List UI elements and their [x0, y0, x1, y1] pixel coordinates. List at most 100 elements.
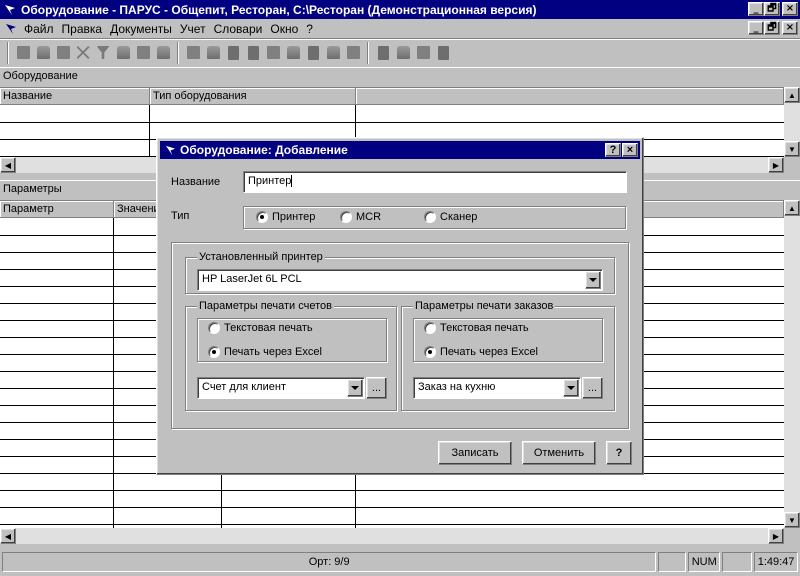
child-minimize-button[interactable]: _	[748, 21, 764, 35]
radio-button[interactable]	[208, 322, 220, 334]
new-record-icon[interactable]	[13, 43, 33, 63]
attach-icon[interactable]	[303, 43, 323, 63]
radio-button[interactable]	[340, 211, 352, 223]
status-num: NUM	[688, 552, 721, 572]
status-empty	[658, 552, 687, 572]
restore-button[interactable]: 🗗	[764, 2, 780, 16]
column-header-name[interactable]: Название	[0, 88, 150, 105]
app-icon[interactable]	[2, 2, 18, 18]
scroll-corner	[784, 157, 800, 173]
grid-row-line	[0, 524, 784, 525]
toolbar-separator	[367, 41, 369, 64]
orders-option-excel[interactable]: Печать через Excel	[424, 346, 538, 358]
column-header-type[interactable]: Тип оборудования	[150, 88, 356, 105]
params-vertical-scrollbar[interactable]: ▲ ▼	[784, 200, 800, 528]
toolbar-separator	[177, 41, 179, 64]
scroll-up-button[interactable]: ▲	[784, 200, 800, 216]
dialog-help-caption-button[interactable]: ?	[605, 143, 621, 157]
radio-button[interactable]	[208, 346, 220, 358]
equipment-panel-header: Оборудование	[0, 67, 800, 85]
dropdown-arrow-icon[interactable]	[563, 379, 579, 397]
copy-record-icon[interactable]	[33, 43, 53, 63]
radio-button[interactable]	[424, 211, 436, 223]
params-horizontal-scrollbar[interactable]: ◀ ▶	[0, 528, 784, 544]
radio-button[interactable]	[424, 322, 436, 334]
list-icon[interactable]	[223, 43, 243, 63]
type-label: Тип	[171, 210, 190, 222]
help-button[interactable]: ?	[606, 441, 632, 465]
orders-template-select[interactable]: Заказ на кухню	[413, 377, 581, 399]
status-sort: Орт: 9/9	[2, 552, 657, 572]
bills-browse-button[interactable]: ...	[366, 377, 387, 399]
menu-file[interactable]: Файл	[20, 22, 58, 36]
print-icon[interactable]	[133, 43, 153, 63]
scroll-down-button[interactable]: ▼	[784, 141, 800, 157]
scroll-right-button[interactable]: ▶	[768, 528, 784, 544]
document-icon[interactable]	[243, 43, 263, 63]
edit-record-icon[interactable]	[53, 43, 73, 63]
tools-icon[interactable]	[283, 43, 303, 63]
text-cursor	[291, 175, 293, 188]
menu-edit[interactable]: Правка	[58, 22, 107, 36]
radio-button[interactable]	[424, 346, 436, 358]
column-header-parameter[interactable]: Параметр	[0, 201, 114, 218]
child-restore-button[interactable]: 🗗	[764, 21, 780, 35]
folder-up-icon[interactable]	[263, 43, 283, 63]
child-close-button[interactable]: ×	[782, 21, 798, 35]
user-settings-icon[interactable]	[343, 43, 363, 63]
type-radio-group: Принтер MCR Сканер	[243, 206, 626, 229]
scroll-up-button[interactable]: ▲	[784, 87, 800, 103]
menu-dictionaries[interactable]: Словари	[210, 22, 267, 36]
bills-option-excel[interactable]: Печать через Excel	[208, 346, 322, 358]
dialog-icon	[162, 145, 178, 156]
type-option-printer[interactable]: Принтер	[256, 211, 315, 223]
grid-row-line	[0, 490, 784, 491]
scroll-left-button[interactable]: ◀	[0, 157, 16, 173]
status-empty	[722, 552, 753, 572]
mdi-child-icon[interactable]	[2, 23, 20, 35]
dropdown-arrow-icon[interactable]	[347, 379, 363, 397]
app-title-bar[interactable]: Оборудование - ПАРУС - Общепит, Ресторан…	[0, 0, 800, 19]
radio-button[interactable]	[256, 211, 268, 223]
orders-mode-box: Текстовая печать Печать через Excel	[413, 318, 603, 362]
save-button[interactable]: Записать	[438, 441, 512, 465]
type-option-scanner[interactable]: Сканер	[424, 211, 477, 223]
name-field[interactable]: Принтер	[243, 171, 627, 193]
delete-record-icon[interactable]	[73, 43, 93, 63]
grid-row-line	[0, 507, 784, 508]
cancel-button[interactable]: Отменить	[522, 441, 596, 465]
filter-icon[interactable]	[93, 43, 113, 63]
menu-documents[interactable]: Документы	[106, 22, 176, 36]
printer-select[interactable]: HP LaserJet 6L PCL	[197, 269, 603, 291]
dropdown-arrow-icon[interactable]	[585, 271, 601, 289]
calculator-icon[interactable]	[373, 43, 393, 63]
folder-icon[interactable]	[413, 43, 433, 63]
menu-help[interactable]: ?	[302, 22, 317, 36]
close-button[interactable]: ×	[782, 2, 798, 16]
orders-print-title: Параметры печати заказов	[413, 300, 556, 312]
orders-option-text[interactable]: Текстовая печать	[424, 322, 529, 334]
bills-template-select[interactable]: Счет для клиент	[197, 377, 365, 399]
menu-accounting[interactable]: Учет	[176, 22, 210, 36]
menu-window[interactable]: Окно	[266, 22, 302, 36]
move-icon[interactable]	[203, 43, 223, 63]
dialog-close-button[interactable]: ×	[622, 143, 638, 157]
users-icon[interactable]	[323, 43, 343, 63]
scroll-down-button[interactable]: ▼	[784, 512, 800, 528]
bills-option-text[interactable]: Текстовая печать	[208, 322, 313, 334]
dialog-title: Оборудование: Добавление	[180, 143, 348, 157]
orders-browse-button[interactable]: ...	[582, 377, 603, 399]
find-icon[interactable]	[113, 43, 133, 63]
hierarchy-icon[interactable]	[433, 43, 453, 63]
equipment-vertical-scrollbar[interactable]: ▲ ▼	[784, 87, 800, 157]
export-icon[interactable]	[153, 43, 173, 63]
dialog-title-bar[interactable]: Оборудование: Добавление ? ×	[160, 141, 640, 159]
scroll-left-button[interactable]: ◀	[0, 528, 16, 544]
equipment-add-dialog[interactable]: Оборудование: Добавление ? × Название Пр…	[156, 137, 644, 475]
view-icon[interactable]	[183, 43, 203, 63]
settings-icon[interactable]	[393, 43, 413, 63]
type-option-mcr[interactable]: MCR	[340, 211, 381, 223]
installed-printer-title: Установленный принтер	[197, 251, 325, 263]
scroll-right-button[interactable]: ▶	[768, 157, 784, 173]
minimize-button[interactable]: _	[748, 2, 764, 16]
